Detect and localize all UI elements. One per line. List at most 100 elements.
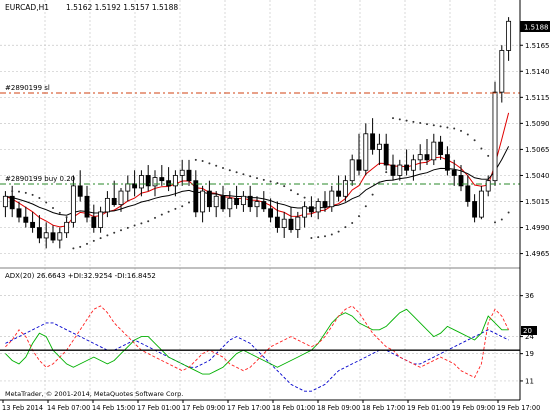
- candle: [370, 118, 376, 155]
- sar-dot: [419, 122, 422, 125]
- bear-candle-body: [288, 218, 294, 231]
- sar-dot: [154, 216, 156, 219]
- bull-candle-body: [506, 20, 512, 51]
- sar-dot: [120, 229, 122, 232]
- sar-dot: [262, 178, 265, 181]
- bull-candle-body: [2, 195, 8, 208]
- adx-tick-label: 11: [525, 377, 534, 385]
- bear-candle-body: [444, 154, 450, 171]
- bull-candle-body: [397, 164, 403, 176]
- sar-dot: [453, 127, 456, 130]
- candle: [227, 191, 233, 218]
- sar-dot: [330, 233, 333, 236]
- candle: [220, 185, 226, 212]
- adx-header: ADX(20) 26.6643 +DI:32.9254 -DI:16.8452: [5, 272, 156, 280]
- candle: [261, 191, 267, 212]
- candle: [478, 185, 484, 220]
- sar-dot: [317, 236, 320, 239]
- bull-candle-body: [431, 141, 437, 161]
- sar-dot: [113, 231, 116, 234]
- sar-dot: [222, 167, 224, 170]
- time-tick-label: 19 Feb 17:00: [497, 404, 540, 412]
- bull-candle-body: [485, 180, 491, 192]
- buy-order-label: #2890199 buy 0.20: [5, 175, 75, 183]
- sar-dot: [242, 173, 245, 176]
- bear-candle-body: [383, 143, 389, 166]
- minus-di-line: [5, 305, 510, 379]
- sar-dot: [432, 124, 435, 127]
- sar-dot: [31, 193, 34, 196]
- candle: [506, 17, 512, 61]
- candle: [111, 180, 117, 207]
- sar-dot: [11, 190, 14, 193]
- candle: [36, 215, 42, 244]
- candle: [397, 159, 403, 181]
- sar-dot: [188, 201, 190, 204]
- sar-dot: [337, 230, 340, 233]
- sar-dot: [398, 118, 401, 121]
- sar-dot: [126, 226, 129, 229]
- grid: [0, 0, 520, 400]
- bear-candle-body: [206, 190, 212, 208]
- bull-candle-body: [315, 201, 321, 213]
- sar-dot: [24, 191, 27, 194]
- sar-dot: [215, 164, 218, 167]
- sar-dot: [480, 147, 483, 150]
- candle: [444, 146, 450, 176]
- chart-ohlc-values: 1.5162 1.5192 1.5157 1.5188: [66, 3, 178, 12]
- bull-candle-body: [138, 175, 144, 189]
- price-tick-label: 1.5040: [525, 172, 550, 180]
- sar-dot: [344, 226, 347, 229]
- bear-candle-body: [274, 216, 280, 228]
- bear-candle-body: [186, 169, 192, 182]
- candle: [499, 45, 505, 103]
- chart-canvas[interactable]: #2890199 sl #2890199 buy 0.20 EURCAD,H1 …: [0, 0, 550, 413]
- candle: [91, 204, 97, 233]
- current-price-label: 1.5188: [524, 24, 549, 32]
- bull-candle-body: [152, 177, 158, 187]
- bear-candle-body: [91, 216, 97, 228]
- sar-dot: [58, 211, 61, 214]
- bear-candle-body: [234, 197, 240, 206]
- candle: [302, 201, 308, 228]
- candle: [336, 175, 342, 202]
- bull-candle-body: [302, 206, 308, 218]
- bear-candle-body: [438, 141, 444, 156]
- bear-candle-body: [77, 185, 83, 197]
- price-tick-label: 1.4965: [525, 250, 550, 258]
- sar-dot: [412, 120, 415, 123]
- bull-candle-body: [118, 190, 124, 206]
- bull-candle-body: [227, 197, 233, 210]
- bull-candle-body: [64, 221, 70, 234]
- sar-dot: [65, 216, 68, 219]
- candle: [16, 201, 22, 223]
- sar-dot: [500, 218, 503, 221]
- candle: [2, 191, 8, 218]
- candle: [23, 206, 29, 228]
- sar-dot: [160, 213, 163, 216]
- sar-dot: [99, 237, 102, 240]
- sar-dot: [296, 193, 299, 196]
- candle: [240, 191, 246, 212]
- sar-dot: [290, 189, 292, 192]
- bull-candle-body: [329, 190, 335, 208]
- bull-candle-body: [499, 50, 505, 93]
- candle: [315, 198, 321, 220]
- parabolic-sar-dots: [11, 117, 510, 250]
- candle: [417, 144, 423, 171]
- candle: [132, 170, 138, 197]
- candle: [125, 175, 131, 202]
- chart-window[interactable]: #2890199 sl #2890199 buy 0.20 EURCAD,H1 …: [0, 0, 550, 413]
- sar-dot: [460, 129, 462, 132]
- candle: [145, 165, 151, 192]
- candlesticks[interactable]: [2, 17, 512, 249]
- bear-candle-body: [424, 154, 430, 161]
- bear-candle-body: [30, 221, 36, 228]
- bear-candle-body: [36, 227, 42, 239]
- bear-candle-body: [166, 180, 172, 187]
- sar-dot: [358, 215, 360, 218]
- price-tick-label: 1.5090: [525, 120, 550, 128]
- candle: [30, 211, 36, 233]
- bull-candle-body: [213, 195, 219, 208]
- candle: [77, 170, 83, 202]
